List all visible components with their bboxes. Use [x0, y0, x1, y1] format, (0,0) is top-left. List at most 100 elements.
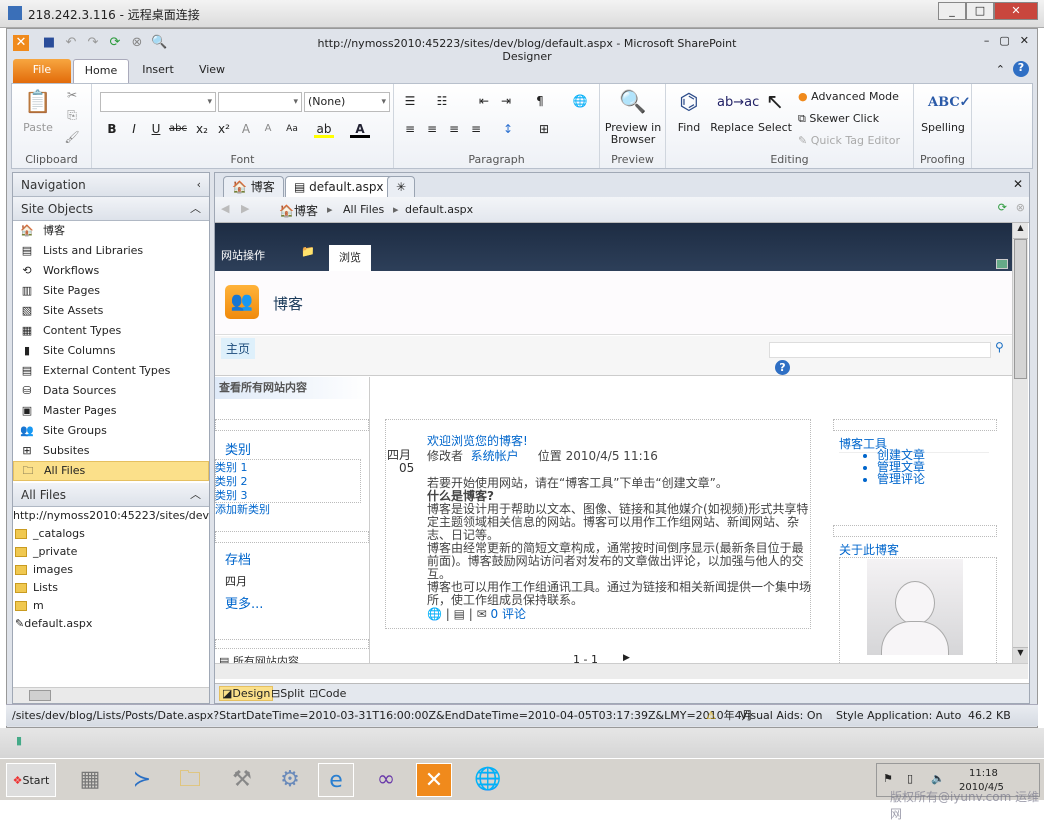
strikethrough-button[interactable]: abc	[168, 120, 188, 138]
sidebar-item[interactable]: ▤ External Content Types	[13, 361, 209, 381]
align-right-button[interactable]: ≡	[444, 120, 464, 138]
font-name-dropdown[interactable]	[100, 92, 216, 112]
numbering-button[interactable]: ☷	[432, 92, 452, 110]
redo-icon[interactable]: ↷	[85, 35, 101, 51]
tab-view[interactable]: View	[187, 59, 237, 83]
nav-horizontal-scrollbar[interactable]	[13, 687, 209, 703]
tab-site-home[interactable]: 🏠 博客	[223, 176, 284, 197]
explorer-icon[interactable]: 🗀	[172, 763, 208, 797]
sidebar-item[interactable]: 🏠 博客	[13, 221, 209, 241]
code-view-button[interactable]: ⊡Code	[309, 687, 346, 700]
preview-in-browser-button[interactable]: 🔍 Preview in Browser	[602, 88, 664, 146]
vertical-scrollbar[interactable]: ▲ ▼	[1012, 223, 1028, 663]
tab-insert[interactable]: Insert	[133, 59, 183, 83]
line-spacing-button[interactable]: ↕	[498, 120, 518, 138]
sidebar-item[interactable]: ⛁ Data Sources	[13, 381, 209, 401]
navigate-up-icon[interactable]: 📁	[301, 245, 315, 258]
align-left-button[interactable]: ≡	[400, 120, 420, 138]
stop-icon[interactable]: ⊗	[1016, 201, 1025, 214]
sidebar-item[interactable]: ▮ Site Columns	[13, 341, 209, 361]
help-icon[interactable]: ?	[1013, 61, 1029, 77]
author-link[interactable]: 系统帐户	[471, 449, 519, 463]
email-icon[interactable]: 🌐	[427, 607, 442, 621]
sidebar-item[interactable]: ▥ Site Pages	[13, 281, 209, 301]
archive-month[interactable]: 四月	[225, 573, 247, 589]
network-tray-icon[interactable]: ▯	[907, 772, 913, 785]
cut-icon[interactable]: ✂	[62, 86, 82, 104]
comment-icon[interactable]: ✉	[477, 607, 487, 621]
new-tab-button[interactable]: ✳	[387, 176, 415, 197]
sidebar-item[interactable]: 👥 Site Groups	[13, 421, 209, 441]
back-icon[interactable]: ◀	[221, 202, 229, 215]
network-icon[interactable]: 🌐	[470, 763, 506, 797]
breadcrumb-site[interactable]: 🏠博客	[279, 202, 318, 219]
breadcrumb-file[interactable]: default.aspx	[405, 203, 473, 216]
post-title[interactable]: 欢迎浏览您的博客!	[427, 435, 811, 448]
sidebar-item[interactable]: ▧ Site Assets	[13, 301, 209, 321]
save-icon[interactable]: ■	[41, 35, 57, 51]
tab-default-aspx[interactable]: ▤ default.aspx	[285, 176, 393, 197]
site-actions-menu[interactable]: 网站操作	[221, 247, 265, 263]
borders-button[interactable]: ⊞	[534, 120, 554, 138]
indent-button[interactable]: ⇥	[496, 92, 516, 110]
change-case-button[interactable]: Aa	[282, 120, 302, 138]
forward-icon[interactable]: ▶	[241, 202, 249, 215]
start-button[interactable]: ❖Start	[6, 763, 56, 797]
ribbon-collapse-icon[interactable]: ⌃	[996, 63, 1005, 76]
preview-icon[interactable]: 🔍	[151, 35, 167, 51]
home-link[interactable]: 主页	[221, 338, 256, 359]
shrink-font-button[interactable]: A	[258, 120, 278, 138]
format-painter-icon[interactable]: 🖌	[62, 128, 82, 146]
advanced-mode-button[interactable]: ● Advanced Mode	[798, 88, 899, 106]
browse-tab[interactable]: 浏览	[329, 245, 371, 271]
volume-icon[interactable]: 🔈	[931, 772, 945, 785]
admin-tools-icon[interactable]: ⚒	[224, 763, 260, 797]
search-input[interactable]	[769, 342, 991, 358]
ie-icon[interactable]: e	[318, 763, 354, 797]
sidebar-item[interactable]: 🗀 All Files	[13, 461, 209, 481]
more-link[interactable]: 更多...	[225, 593, 263, 612]
app-restore-button[interactable]: ▢	[999, 34, 1009, 47]
sidebar-item[interactable]: ⟲ Workflows	[13, 261, 209, 281]
app-minimize-button[interactable]: –	[984, 34, 990, 47]
outdent-button[interactable]: ⇤	[474, 92, 494, 110]
add-category-link[interactable]: 添加新类别	[215, 501, 270, 517]
select-button[interactable]: ↖ Select	[756, 88, 794, 134]
collapse-nav-icon[interactable]: ‹	[197, 173, 201, 197]
visual-aids-status[interactable]: Visual Aids: On	[740, 705, 822, 727]
tree-item[interactable]: images	[15, 561, 209, 579]
font-size-dropdown[interactable]	[218, 92, 302, 112]
quick-tag-editor-button[interactable]: ✎ Quick Tag Editor	[798, 132, 900, 150]
maximize-button[interactable]: □	[966, 2, 994, 20]
split-view-button[interactable]: ⊟Split	[271, 687, 305, 700]
view-all-content-link[interactable]: 查看所有网站内容	[215, 377, 369, 399]
all-content-link[interactable]: ▤ 所有网站内容	[219, 653, 299, 663]
horizontal-scrollbar[interactable]	[215, 663, 1028, 679]
flag-icon[interactable]: ⚑	[883, 772, 893, 785]
tab-file[interactable]: File	[13, 59, 71, 83]
sidebar-item[interactable]: ▤ Lists and Libraries	[13, 241, 209, 261]
app-close-button[interactable]: ✕	[1020, 34, 1029, 47]
italic-button[interactable]: I	[124, 120, 144, 138]
undo-icon[interactable]: ↶	[63, 35, 79, 51]
sharepoint-designer-icon[interactable]: ✕	[416, 763, 452, 797]
align-center-button[interactable]: ≡	[422, 120, 442, 138]
tab-home[interactable]: Home	[73, 59, 129, 83]
style-dropdown[interactable]: (None)	[304, 92, 390, 112]
tree-root[interactable]: http://nymoss2010:45223/sites/dev/blog	[13, 507, 209, 525]
design-view-button[interactable]: ◪Design	[219, 686, 274, 701]
replace-button[interactable]: ab→ac Replace	[710, 88, 759, 134]
permalink-icon[interactable]: ▤	[454, 607, 465, 621]
tree-item[interactable]: m	[15, 597, 209, 615]
stop-icon[interactable]: ⊗	[129, 35, 145, 51]
spelling-button[interactable]: ABC✓ Spelling	[916, 88, 971, 134]
tree-item[interactable]: _catalogs	[15, 525, 209, 543]
highlight-button[interactable]: ab	[314, 120, 334, 138]
sidebar-item[interactable]: ▦ Content Types	[13, 321, 209, 341]
font-color-button[interactable]: A	[350, 120, 370, 138]
site-objects-header[interactable]: Site Objects ︿	[13, 197, 209, 221]
visual-studio-icon[interactable]: ∞	[368, 763, 404, 797]
refresh-icon[interactable]: ⟳	[998, 201, 1007, 214]
underline-button[interactable]: U	[146, 120, 166, 138]
hyperlink-button[interactable]: 🌐	[570, 92, 590, 110]
